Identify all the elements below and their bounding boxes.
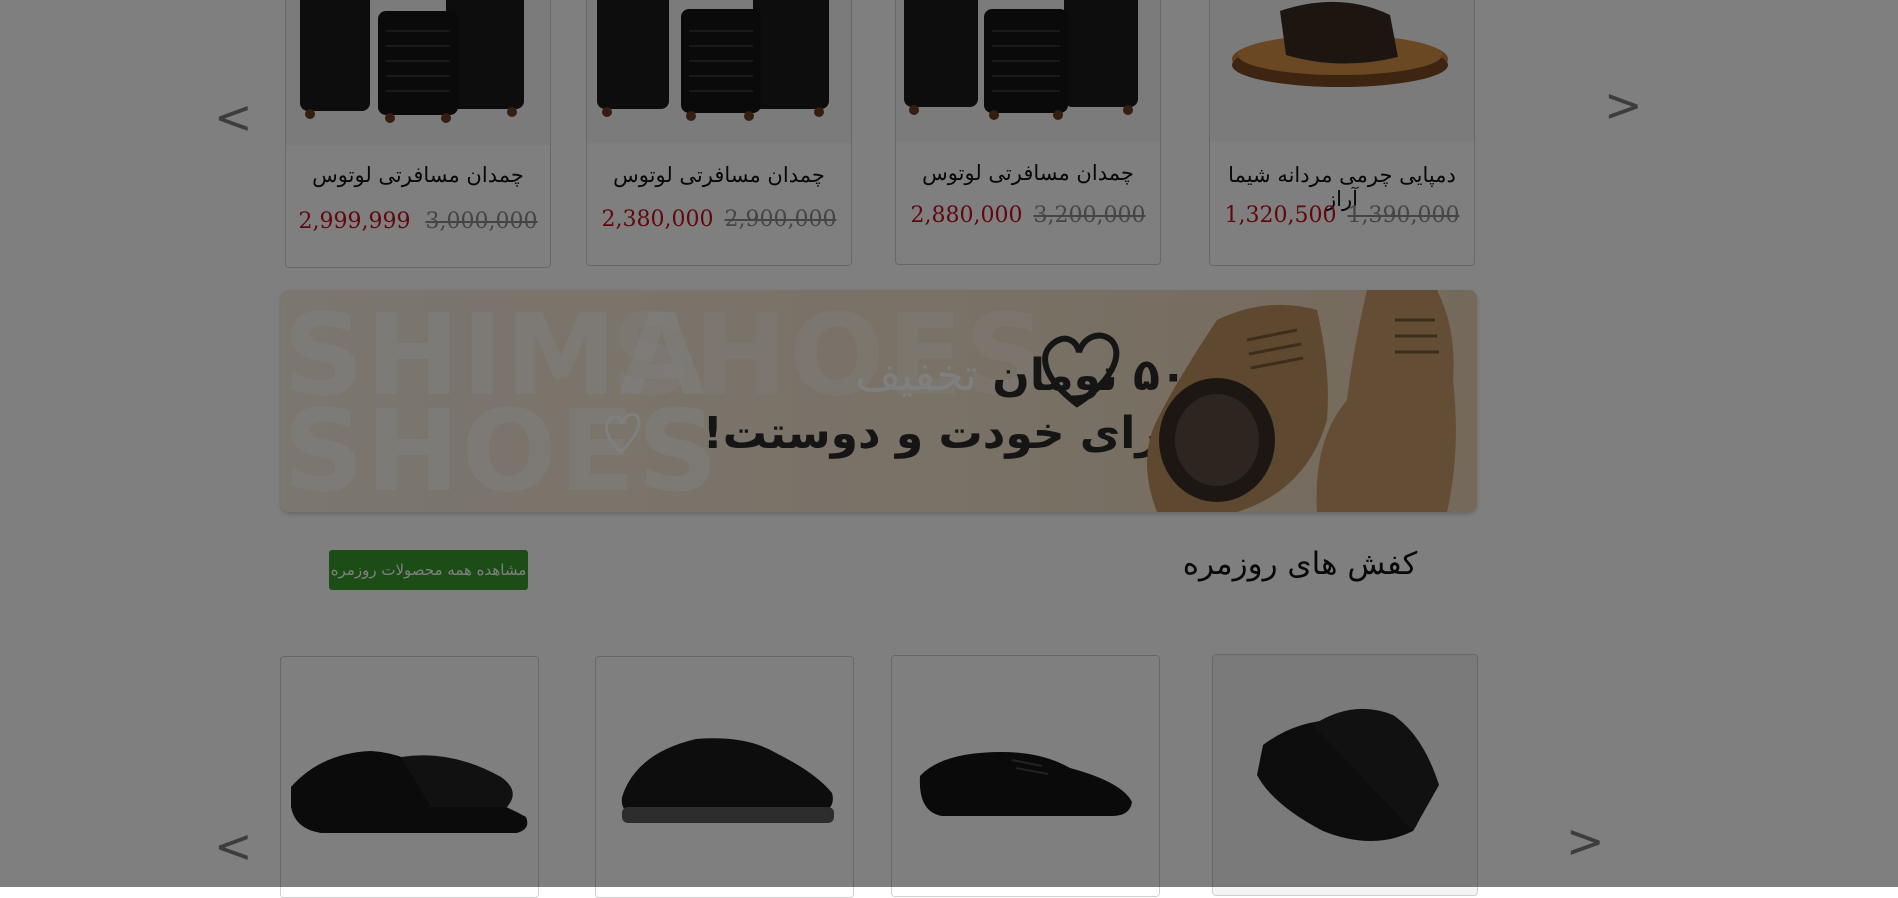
product-price: 1,320,500 xyxy=(1224,203,1337,228)
page: < > چمدان مسافرتی لوتوس 2,999,999 3,000,… xyxy=(0,0,1898,898)
product-image-luggage xyxy=(587,0,851,143)
lace-up-shoe-icon xyxy=(919,752,1132,816)
product-title: چمدان مسافرتی لوتوس xyxy=(312,163,524,187)
luggage-icon xyxy=(904,0,1138,120)
product-card[interactable]: دمپایی چرمی مردانه شیما آراز 1,320,500 1… xyxy=(1209,0,1475,266)
carousel-next-arrow[interactable]: > xyxy=(1604,82,1643,128)
carousel-prev-arrow[interactable]: < xyxy=(214,823,253,869)
view-all-button[interactable]: مشاهده همه محصولات روزمره xyxy=(329,550,528,590)
product-title: چمدان مسافرتی لوتوس xyxy=(613,163,825,187)
product-prices: 2,380,000 2,900,000 xyxy=(587,207,851,232)
product-image-shoe xyxy=(281,657,538,897)
boots-image xyxy=(1147,290,1456,512)
product-old-price: 1,390,000 xyxy=(1347,203,1460,228)
product-image-luggage xyxy=(896,0,1160,141)
section-title: کفش های روزمره xyxy=(1182,546,1418,582)
product-price: 2,380,000 xyxy=(601,207,714,232)
product-card[interactable] xyxy=(1212,654,1478,896)
product-title: چمدان مسافرتی لوتوس xyxy=(922,161,1134,185)
product-image-shoe xyxy=(892,656,1159,896)
product-old-price: 3,200,000 xyxy=(1033,203,1146,228)
luggage-icon xyxy=(597,0,829,121)
banner-discount-word: تخفیف xyxy=(855,350,977,401)
product-prices: 2,999,999 3,000,000 xyxy=(286,209,550,234)
product-card[interactable]: چمدان مسافرتی لوتوس 2,380,000 2,900,000 xyxy=(586,0,852,266)
sandal-icon xyxy=(1232,1,1448,87)
promo-banner[interactable]: SHIMA SHOES SHOES ۵۰ تومان تخفیف برای خو… xyxy=(281,290,1477,512)
product-price: 2,999,999 xyxy=(298,209,411,234)
product-card[interactable]: چمدان مسافرتی لوتوس 2,999,999 3,000,000 xyxy=(285,0,551,268)
product-card[interactable] xyxy=(280,656,539,898)
derby-shoe-icon xyxy=(291,751,528,833)
carousel-next-arrow[interactable]: > xyxy=(1566,818,1605,864)
slip-on-sneaker-icon xyxy=(621,738,834,823)
product-card[interactable] xyxy=(595,656,854,898)
product-price: 2,880,000 xyxy=(910,203,1023,228)
product-image-shoe xyxy=(596,657,853,897)
product-image-luggage xyxy=(286,0,550,145)
product-image-sandal xyxy=(1210,0,1474,141)
product-image-shoe xyxy=(1213,655,1477,895)
product-prices: 1,320,500 1,390,000 xyxy=(1210,203,1474,228)
product-prices: 2,880,000 3,200,000 xyxy=(896,203,1160,228)
product-old-price: 3,000,000 xyxy=(425,209,538,234)
product-old-price: 2,900,000 xyxy=(724,207,837,232)
product-card[interactable]: چمدان مسافرتی لوتوس 2,880,000 3,200,000 xyxy=(895,0,1161,265)
leather-sneaker-icon xyxy=(1257,708,1439,841)
luggage-icon xyxy=(300,0,524,123)
carousel-prev-arrow[interactable]: < xyxy=(214,94,253,140)
product-card[interactable] xyxy=(891,655,1160,897)
